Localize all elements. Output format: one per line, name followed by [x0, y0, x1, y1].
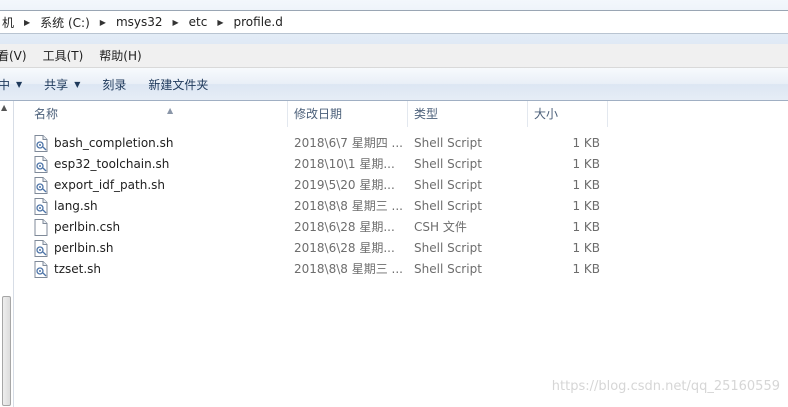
script-file-icon [34, 261, 48, 278]
share-button[interactable]: 共享 ▼ [33, 68, 91, 101]
column-header-label: 大小 [534, 107, 559, 121]
file-size: 1 KB [572, 262, 600, 276]
script-file-icon [34, 198, 48, 215]
file-size: 1 KB [572, 157, 600, 171]
breadcrumb-msys32[interactable]: msys32 [112, 11, 167, 33]
chevron-down-icon: ▼ [16, 79, 23, 89]
navigation-pane[interactable]: ▲ [0, 101, 14, 407]
script-file-icon [34, 156, 48, 173]
file-name: lang.sh [54, 199, 98, 213]
script-file-icon [34, 240, 48, 257]
table-row[interactable]: esp32_toolchain.sh 2018\10\1 星期... Shell… [14, 154, 614, 175]
column-header-size[interactable]: 大小 [528, 101, 608, 127]
file-type: Shell Script [414, 199, 482, 213]
file-type: Shell Script [414, 136, 482, 150]
file-size: 1 KB [572, 241, 600, 255]
file-type: Shell Script [414, 178, 482, 192]
file-date: 2019\5\20 星期... [294, 178, 395, 192]
command-label: 共享 [44, 77, 69, 92]
chevron-right-icon[interactable]: ▶ [167, 18, 185, 27]
file-size: 1 KB [572, 199, 600, 213]
command-label: 新建文件夹 [148, 77, 209, 92]
file-date: 2018\8\8 星期三 ... [294, 262, 403, 276]
file-size: 1 KB [572, 220, 600, 234]
burn-button[interactable]: 刻录 [91, 68, 137, 101]
column-header-label: 名称 [34, 107, 59, 121]
table-row[interactable]: export_idf_path.sh 2019\5\20 星期... Shell… [14, 175, 614, 196]
file-type: Shell Script [414, 262, 482, 276]
breadcrumb-profile-d[interactable]: profile.d [230, 11, 287, 33]
file-date: 2018\6\28 星期... [294, 220, 395, 234]
breadcrumb-etc[interactable]: etc [185, 11, 212, 33]
file-size: 1 KB [572, 178, 600, 192]
column-header-name[interactable]: 名称 ▲ [28, 101, 288, 127]
menu-tools[interactable]: 工具(T) [35, 44, 92, 68]
menu-bar: 看(V) 工具(T) 帮助(H) [0, 44, 788, 68]
file-size: 1 KB [572, 136, 600, 150]
scroll-up-arrow-icon[interactable]: ▲ [1, 103, 7, 112]
menu-help[interactable]: 帮助(H) [91, 44, 149, 68]
column-header-label: 修改日期 [294, 107, 343, 121]
file-name: bash_completion.sh [54, 136, 174, 150]
breadcrumb[interactable]: 机 ▶ 系统 (C:) ▶ msys32 ▶ etc ▶ profile.d [0, 10, 788, 34]
column-header-date[interactable]: 修改日期 [288, 101, 408, 127]
new-folder-button[interactable]: 新建文件夹 [137, 68, 219, 101]
column-header-label: 类型 [414, 107, 439, 121]
file-date: 2018\10\1 星期... [294, 157, 395, 171]
sort-ascending-icon: ▲ [167, 106, 174, 115]
chevron-down-icon: ▼ [74, 79, 81, 89]
include-in-library-button[interactable]: 中 ▼ [0, 68, 33, 101]
table-row[interactable]: perlbin.sh 2018\6\28 星期... Shell Script … [14, 238, 614, 259]
file-name: export_idf_path.sh [54, 178, 165, 192]
file-type: CSH 文件 [414, 220, 467, 234]
table-row[interactable]: lang.sh 2018\8\8 星期三 ... Shell Script 1 … [14, 196, 614, 217]
chevron-right-icon[interactable]: ▶ [211, 18, 229, 27]
script-file-icon [34, 177, 48, 194]
blank-file-icon [34, 219, 48, 236]
watermark-text: https://blog.csdn.net/qq_25160559 [551, 379, 780, 394]
file-list: 名称 ▲ 修改日期 类型 大小 bash_completion.sh 2018\… [14, 101, 788, 407]
script-file-icon [34, 135, 48, 152]
file-name: esp32_toolchain.sh [54, 157, 170, 171]
table-row[interactable]: bash_completion.sh 2018\6\7 星期四 ... Shel… [14, 133, 614, 154]
command-label: 刻录 [102, 77, 127, 92]
address-bar: 机 ▶ 系统 (C:) ▶ msys32 ▶ etc ▶ profile.d [0, 0, 788, 44]
chevron-right-icon[interactable]: ▶ [94, 18, 112, 27]
table-row[interactable]: tzset.sh 2018\8\8 星期三 ... Shell Script 1… [14, 259, 614, 280]
file-name: perlbin.csh [54, 220, 121, 234]
file-type: Shell Script [414, 241, 482, 255]
chevron-right-icon[interactable]: ▶ [18, 18, 36, 27]
file-type: Shell Script [414, 157, 482, 171]
file-name: perlbin.sh [54, 241, 114, 255]
file-date: 2018\8\8 星期三 ... [294, 199, 403, 213]
breadcrumb-drive-c[interactable]: 系统 (C:) [36, 11, 94, 33]
column-headers: 名称 ▲ 修改日期 类型 大小 [14, 101, 788, 127]
command-bar: 中 ▼ 共享 ▼ 刻录 新建文件夹 [0, 68, 788, 101]
command-label: 中 [0, 77, 11, 92]
table-row[interactable]: perlbin.csh 2018\6\28 星期... CSH 文件 1 KB [14, 217, 614, 238]
file-date: 2018\6\7 星期四 ... [294, 136, 403, 150]
menu-view[interactable]: 看(V) [0, 44, 35, 68]
file-date: 2018\6\28 星期... [294, 241, 395, 255]
file-name: tzset.sh [54, 262, 102, 276]
column-header-type[interactable]: 类型 [408, 101, 528, 127]
scrollbar-thumb[interactable] [2, 296, 11, 406]
breadcrumb-computer[interactable]: 机 [0, 11, 18, 33]
